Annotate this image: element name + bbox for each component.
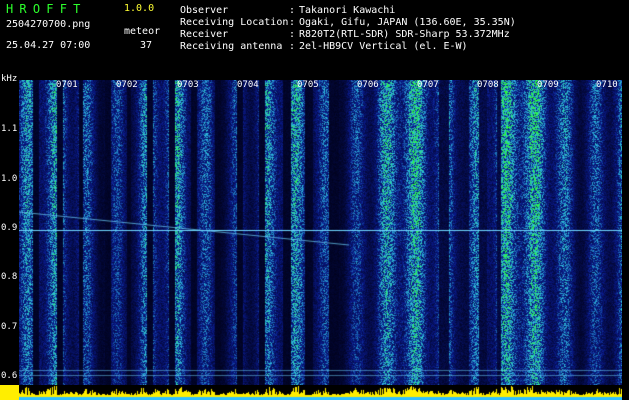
location-colon: :: [289, 17, 296, 28]
receiver-colon: :: [289, 29, 296, 40]
x-tick-label: 0706: [357, 80, 379, 90]
y-tick-label: 1.0: [1, 174, 18, 184]
receiver-value: R820T2(RTL-SDR) SDR-Sharp 53.372MHz: [299, 29, 510, 40]
x-tick-label: 0701: [56, 80, 78, 90]
receiver-label: Receiver: [180, 29, 229, 40]
signal-activity-bar: [19, 385, 622, 400]
x-tick-label: 0702: [116, 80, 138, 90]
antenna-value: 2el-HB9CV Vertical (el. E-W): [299, 41, 468, 52]
antenna-colon: :: [289, 41, 296, 52]
app-title: HROFFT: [6, 2, 87, 16]
app-version: 1.0.0: [124, 3, 155, 14]
location-value: Ogaki, Gifu, JAPAN (136.60E, 35.35N): [299, 17, 516, 28]
y-tick-label: 0.9: [1, 223, 18, 233]
spectrogram-display: [19, 80, 622, 385]
x-tick-label: 0704: [237, 80, 259, 90]
bottom-left-border: [0, 385, 19, 400]
frequency-unit-label: kHz: [1, 74, 18, 84]
y-tick-label: 0.8: [1, 272, 18, 282]
recording-datetime: 25.04.27 07:00: [6, 40, 91, 51]
hrofft-window: HROFFT 1.0.0 2504270700.png 25.04.27 07:…: [0, 0, 629, 400]
x-tick-label: 0708: [477, 80, 499, 90]
y-tick-label: 0.6: [1, 371, 18, 381]
y-tick-label: 1.1: [1, 124, 18, 134]
x-tick-label: 0710: [596, 80, 618, 90]
observer-colon: :: [289, 5, 296, 16]
location-label: Receiving Location: [180, 17, 289, 28]
y-tick-label: 0.7: [1, 322, 18, 332]
meteor-count-value: 37: [140, 40, 153, 51]
x-tick-label: 0707: [417, 80, 439, 90]
antenna-label: Receiving antenna: [180, 41, 283, 52]
x-tick-label: 0703: [177, 80, 199, 90]
observer-value: Takanori Kawachi: [299, 5, 396, 16]
meteor-count-label: meteor: [124, 26, 161, 37]
x-tick-label: 0705: [297, 80, 319, 90]
x-tick-label: 0709: [537, 80, 559, 90]
file-name: 2504270700.png: [6, 19, 91, 30]
observer-label: Observer: [180, 5, 229, 16]
